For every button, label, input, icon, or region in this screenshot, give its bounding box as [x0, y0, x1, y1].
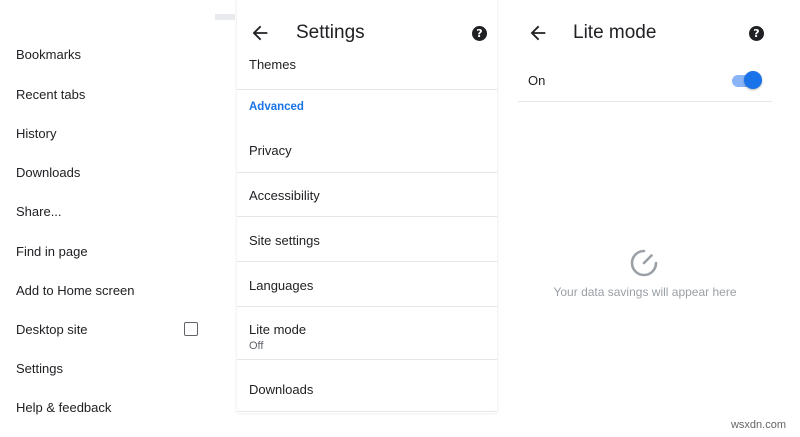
menu-item-recent-tabs[interactable]: Recent tabs	[16, 87, 85, 102]
help-icon[interactable]: ?	[749, 26, 764, 41]
menu-item-settings[interactable]: Settings	[16, 361, 63, 376]
setting-label: Downloads	[249, 382, 314, 397]
setting-sub-status: Off	[249, 340, 264, 352]
menu-item-history[interactable]: History	[16, 126, 56, 141]
setting-row-themes[interactable]: Themes	[237, 52, 497, 90]
menu-item-share[interactable]: Share...	[16, 204, 62, 219]
setting-label: Accessibility	[249, 188, 320, 203]
help-icon[interactable]: ?	[472, 26, 487, 41]
setting-row-site-settings[interactable]: Site settings	[237, 217, 497, 262]
menu-item-desktop-site[interactable]: Desktop site	[16, 322, 88, 337]
section-header-advanced: Advanced	[249, 101, 304, 113]
setting-label: Themes	[249, 57, 296, 72]
settings-app-bar: Settings ?	[237, 0, 497, 58]
menu-top-edge	[215, 14, 235, 20]
menu-item-help-feedback[interactable]: Help & feedback	[16, 400, 111, 415]
menu-item-add-to-home-screen[interactable]: Add to Home screen	[16, 283, 135, 298]
desktop-site-checkbox[interactable]	[184, 322, 198, 336]
settings-panel: Settings ? Themes Advanced Privacy Acces…	[237, 0, 497, 413]
page-title: Settings	[296, 22, 365, 43]
setting-row-accessibility[interactable]: Accessibility	[237, 173, 497, 217]
empty-state-message: Your data savings will appear here	[553, 285, 737, 299]
toggle-knob[interactable]	[744, 71, 762, 89]
lite-mode-switch-row[interactable]: On	[518, 60, 772, 102]
speedometer-icon	[630, 249, 658, 277]
menu-item-bookmarks[interactable]: Bookmarks	[16, 47, 81, 62]
setting-label: Languages	[249, 278, 314, 293]
setting-row-lite-mode[interactable]: Lite mode Off	[237, 307, 497, 360]
setting-label: Lite mode	[249, 322, 307, 337]
back-arrow-icon[interactable]	[249, 22, 271, 44]
lite-mode-app-bar: Lite mode ?	[518, 0, 772, 58]
switch-label: On	[528, 73, 546, 88]
browser-menu-panel: Bookmarks Recent tabs History Downloads …	[0, 0, 222, 425]
setting-label: Privacy	[249, 143, 292, 158]
watermark-text: wsxdn.com	[730, 419, 786, 431]
lite-mode-panel: Lite mode ? On Your data savings will ap…	[518, 0, 772, 410]
setting-label: Site settings	[249, 233, 320, 248]
menu-item-downloads[interactable]: Downloads	[16, 165, 80, 180]
setting-row-privacy[interactable]: Privacy	[237, 128, 497, 173]
back-arrow-icon[interactable]	[527, 22, 549, 44]
setting-row-downloads[interactable]: Downloads	[237, 360, 497, 412]
menu-item-find-in-page[interactable]: Find in page	[16, 244, 88, 259]
page-title: Lite mode	[573, 22, 657, 43]
setting-row-languages[interactable]: Languages	[237, 262, 497, 307]
